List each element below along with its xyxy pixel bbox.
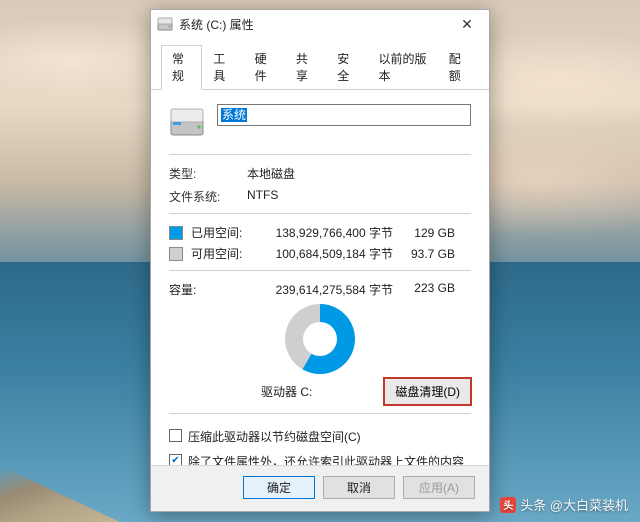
capacity-bytes: 239,614,275,584 字节 (253, 281, 393, 298)
tab-security[interactable]: 安全 (326, 45, 367, 90)
compress-label: 压缩此驱动器以节约磁盘空间(C) (188, 428, 361, 445)
used-bytes: 138,929,766,400 字节 (253, 224, 393, 241)
window-title: 系统 (C:) 属性 (179, 16, 447, 33)
free-bytes: 100,684,509,184 字节 (253, 245, 393, 262)
used-gb: 129 GB (393, 226, 455, 240)
separator (169, 270, 471, 271)
drive-letter-label: 驱动器 C: (169, 383, 364, 400)
free-swatch (169, 247, 183, 261)
drive-name-value: 系统 (221, 108, 247, 122)
tab-quota[interactable]: 配额 (438, 45, 479, 90)
titlebar: 系统 (C:) 属性 ✕ (151, 10, 489, 38)
drive-name-input[interactable]: 系统 (217, 104, 471, 126)
close-button[interactable]: ✕ (447, 11, 487, 37)
filesystem-label: 文件系统: (169, 188, 247, 205)
apply-button[interactable]: 应用(A) (403, 476, 475, 499)
drive-large-icon (169, 104, 205, 140)
free-gb: 93.7 GB (393, 247, 455, 261)
separator (169, 213, 471, 214)
separator (169, 154, 471, 155)
capacity-gb: 223 GB (393, 281, 455, 298)
used-swatch (169, 226, 183, 240)
watermark-text: 头条 @大白菜装机 (520, 495, 628, 514)
properties-dialog: 系统 (C:) 属性 ✕ 常规 工具 硬件 共享 安全 以前的版本 配额 系统 … (150, 9, 490, 512)
drive-icon (157, 16, 173, 32)
ok-button[interactable]: 确定 (243, 476, 315, 499)
dialog-buttons: 确定 取消 应用(A) (151, 465, 489, 511)
watermark: 头 头条 @大白菜装机 (500, 495, 628, 514)
watermark-icon: 头 (500, 497, 516, 513)
used-label: 已用空间: (191, 224, 253, 241)
tab-hardware[interactable]: 硬件 (244, 45, 285, 90)
capacity-label: 容量: (169, 281, 253, 298)
type-label: 类型: (169, 165, 247, 182)
tab-general[interactable]: 常规 (161, 45, 202, 90)
disk-cleanup-button[interactable]: 磁盘清理(D) (384, 378, 471, 405)
tab-content: 系统 类型: 本地磁盘 文件系统: NTFS 已用空间: 138,929,766… (151, 90, 489, 465)
usage-donut-chart (285, 304, 355, 374)
tab-bar: 常规 工具 硬件 共享 安全 以前的版本 配额 (151, 38, 489, 90)
separator (169, 413, 471, 414)
index-checkbox[interactable]: ✔ (169, 454, 182, 465)
filesystem-value: NTFS (247, 188, 471, 205)
index-label: 除了文件属性外，还允许索引此驱动器上文件的内容(I) (188, 453, 471, 465)
tab-previous-versions[interactable]: 以前的版本 (367, 45, 437, 90)
tab-tools[interactable]: 工具 (202, 45, 243, 90)
type-value: 本地磁盘 (247, 165, 471, 182)
tab-sharing[interactable]: 共享 (285, 45, 326, 90)
cancel-button[interactable]: 取消 (323, 476, 395, 499)
free-label: 可用空间: (191, 245, 253, 262)
compress-checkbox[interactable] (169, 429, 182, 442)
